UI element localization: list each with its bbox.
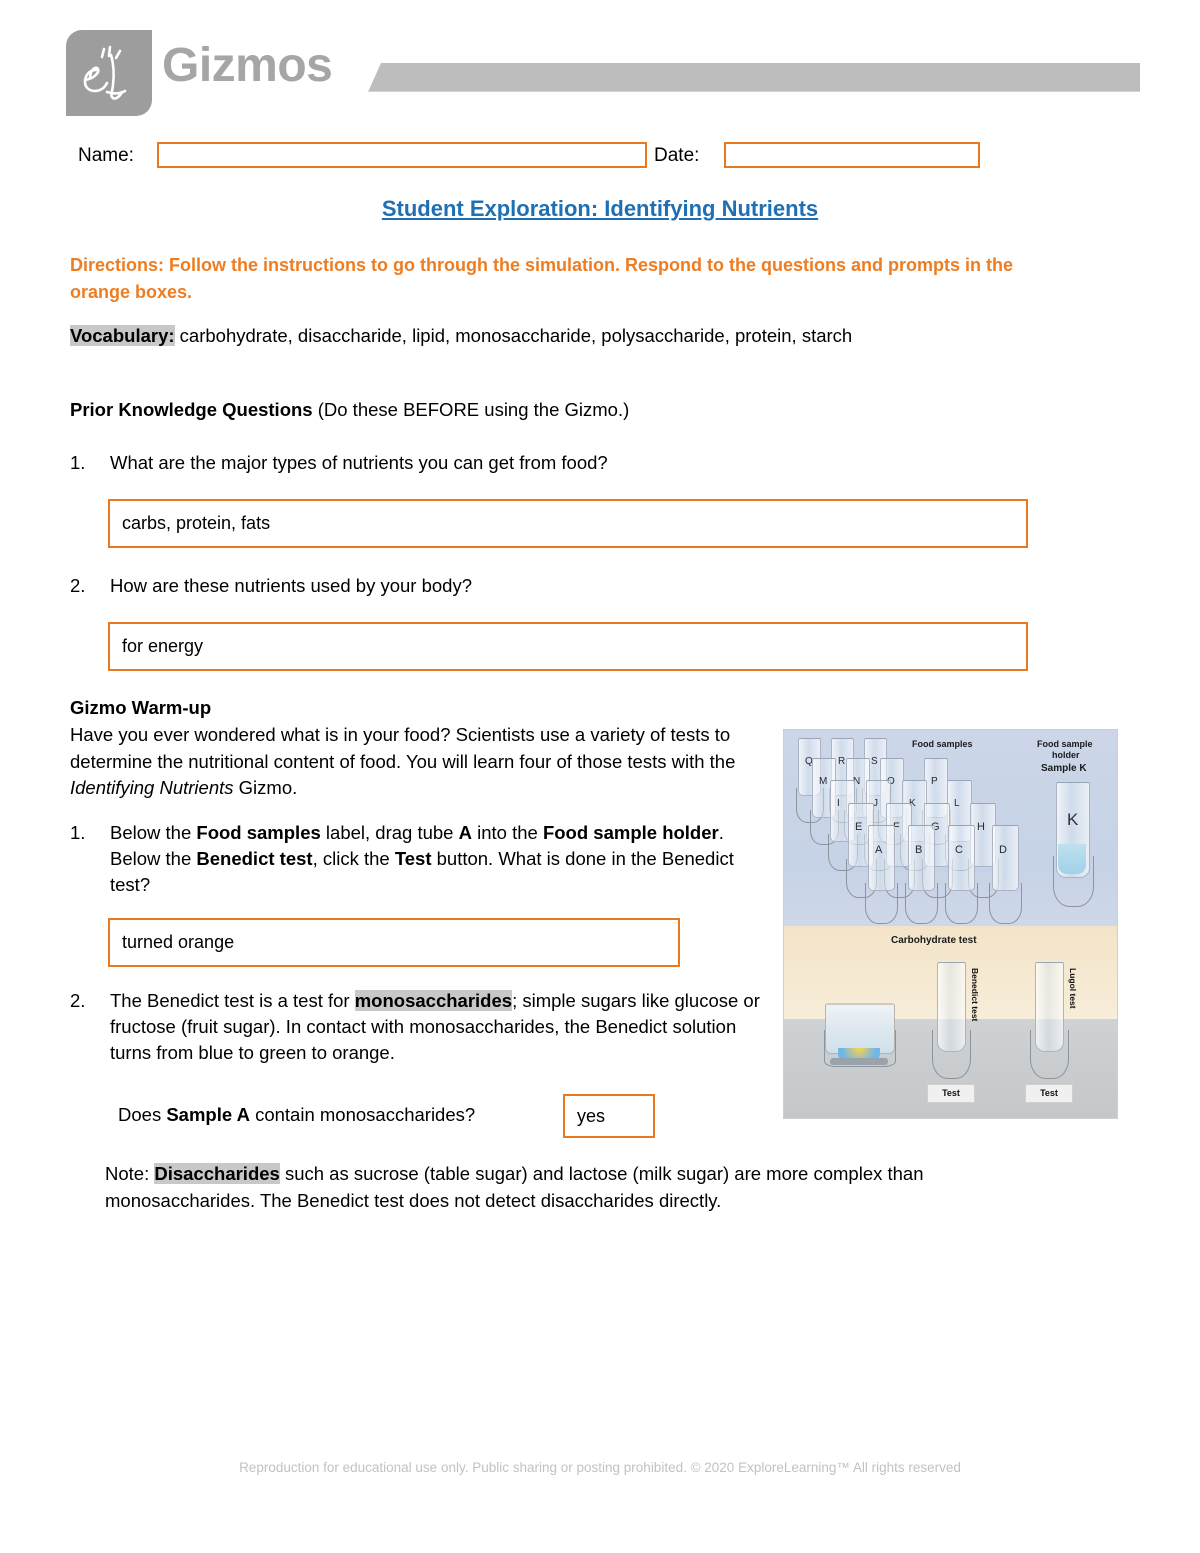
gizmo-food-samples-label: Food samples: [912, 739, 973, 749]
warmup-paragraph-a: Have you ever wondered what is in your f…: [70, 724, 736, 772]
wq2-t1: The Benedict test is a test for: [110, 990, 355, 1011]
gizmo-rack-r1-1: [865, 883, 898, 924]
gizmos-wordmark: Gizmos: [162, 39, 333, 92]
directions-text: Directions: Follow the instructions to g…: [70, 255, 1013, 302]
gizmo-carb-test-label: Carbohydrate test: [891, 935, 977, 946]
gizmo-lugol-test-button[interactable]: Test: [1025, 1084, 1073, 1103]
vocabulary-line: Vocabulary: carbohydrate, disaccharide, …: [70, 323, 1070, 349]
gizmo-holder-label-2: holder: [1052, 750, 1080, 760]
gizmo-rack-r1-4: [989, 883, 1022, 924]
gizmo-rack-r1-2: [905, 883, 938, 924]
gizmo-tube-C[interactable]: [948, 825, 975, 891]
gizmo-tube-D[interactable]: [992, 825, 1019, 891]
page-footer: Reproduction for educational use only. P…: [239, 1460, 961, 1475]
gizmo-tube-letter-C: C: [955, 844, 963, 856]
subq-bold-sample-a: Sample A: [166, 1104, 250, 1125]
gizmo-tube-letter-S: S: [871, 756, 878, 767]
note-t1: Note:: [105, 1163, 155, 1184]
name-date-row: Name: Date:: [78, 141, 1098, 171]
gizmo-tube-B[interactable]: [908, 825, 935, 891]
wq1-t1: Below the: [110, 822, 197, 843]
prior-question-2-number: 2.: [70, 575, 86, 596]
prior-answer-2-box[interactable]: for energy: [108, 622, 1028, 671]
warmup-question-2-text: The Benedict test is a test for monosacc…: [110, 988, 770, 1066]
gizmo-tube-letter-A: A: [875, 844, 883, 856]
warmup-question-2: 2. The Benedict test is a test for monos…: [70, 988, 770, 1066]
gizmo-holder-stand: [1053, 856, 1094, 907]
warmup-paragraph-b: Gizmo.: [233, 777, 298, 798]
gizmo-tube-letter-D: D: [999, 844, 1007, 856]
gizmo-holder-label-1: Food sample: [1037, 739, 1093, 749]
gizmo-tube-letter-I: I: [837, 798, 840, 809]
gizmo-holder-letter-K: K: [1067, 810, 1079, 829]
wq1-b2: A: [458, 822, 472, 843]
page-header: Gizmos: [0, 0, 1200, 118]
prior-question-1-text: What are the major types of nutrients yo…: [110, 452, 608, 473]
prior-knowledge-heading-bold: Prior Knowledge Questions: [70, 399, 313, 420]
gizmo-tube-letter-P: P: [931, 776, 938, 787]
header-accent-bar: [368, 63, 1140, 92]
gizmo-benedict-stand: [932, 1030, 971, 1079]
note-highlight-disaccharides: Disaccharides: [154, 1163, 280, 1184]
gizmo-tube-A[interactable]: [868, 825, 895, 891]
wq2-highlight-monosaccharides: monosaccharides: [354, 990, 513, 1011]
gizmo-benedict-test-label: Benedict test: [970, 968, 980, 1022]
name-label: Name:: [78, 145, 134, 166]
warmup-paragraph: Have you ever wondered what is in your f…: [70, 722, 770, 802]
gizmo-tube-letter-R: R: [838, 756, 846, 767]
wq1-b5: Test: [394, 848, 432, 869]
date-label: Date:: [654, 145, 700, 166]
subq-t2: contain monosaccharides?: [249, 1104, 476, 1125]
warmup-answer-1-box[interactable]: turned orange: [108, 918, 680, 967]
wq1-b4: Benedict test: [196, 848, 313, 869]
wq1-t3: into the: [471, 822, 543, 843]
gizmo-rack-r1-3: [945, 883, 978, 924]
gizmo-tube-letter-E: E: [855, 821, 863, 833]
prior-knowledge-heading: Prior Knowledge Questions (Do these BEFO…: [70, 399, 629, 421]
gizmos-logo-badge: [66, 30, 152, 116]
wq1-t5: , click the: [312, 848, 395, 869]
gizmo-tube-letter-L: L: [954, 798, 960, 809]
warmup-heading: Gizmo Warm-up: [70, 697, 212, 718]
gizmo-tube-letter-M: M: [819, 776, 828, 787]
prior-answer-1-box[interactable]: carbs, protein, fats: [108, 499, 1028, 548]
gizmo-tube-letter-H: H: [977, 821, 985, 833]
warmup-gizmo-name: Identifying Nutrients: [70, 777, 234, 798]
prior-question-2-text: How are these nutrients used by your bod…: [110, 575, 472, 596]
prior-question-1-number: 1.: [70, 452, 86, 473]
el-script-logo-icon: [83, 45, 127, 100]
vocabulary-label: Vocabulary:: [70, 325, 175, 346]
wq1-t2: label, drag tube: [320, 822, 459, 843]
gizmo-benedict-test-button[interactable]: Test: [927, 1084, 975, 1103]
prior-knowledge-heading-rest: (Do these BEFORE using the Gizmo.): [312, 399, 630, 420]
note-paragraph: Note: Disaccharides such as sucrose (tab…: [105, 1160, 1070, 1214]
prior-question-2: 2. How are these nutrients used by your …: [70, 573, 970, 599]
warmup-question-1-number: 1.: [70, 822, 86, 843]
gizmo-burner-stand: [824, 1030, 896, 1067]
warmup-subanswer-box[interactable]: yes: [563, 1094, 655, 1138]
gizmo-simulation-image: Food samples Food sample holder Sample K…: [783, 729, 1118, 1119]
subq-t1: Does: [118, 1104, 167, 1125]
date-input[interactable]: [724, 142, 980, 168]
wq1-b3: Food sample holder: [542, 822, 719, 843]
gizmo-tube-letter-B: B: [915, 844, 923, 856]
prior-question-1: 1. What are the major types of nutrients…: [70, 450, 970, 476]
gizmo-lugol-stand: [1030, 1030, 1069, 1079]
warmup-question-2-number: 2.: [70, 990, 86, 1011]
name-input[interactable]: [157, 142, 647, 168]
warmup-question-1: 1. Below the Food samples label, drag tu…: [70, 820, 770, 898]
warmup-question-1-text: Below the Food samples label, drag tube …: [110, 820, 770, 898]
warmup-subquestion: Does Sample A contain monosaccharides?: [118, 1102, 475, 1128]
vocabulary-terms: carbohydrate, disaccharide, lipid, monos…: [174, 325, 853, 346]
wq1-b1: Food samples: [196, 822, 321, 843]
page-title: Student Exploration: Identifying Nutrien…: [381, 196, 819, 221]
gizmo-lugol-test-label: Lugol test: [1068, 968, 1078, 1009]
gizmo-sample-k-label: Sample K: [1041, 763, 1087, 774]
